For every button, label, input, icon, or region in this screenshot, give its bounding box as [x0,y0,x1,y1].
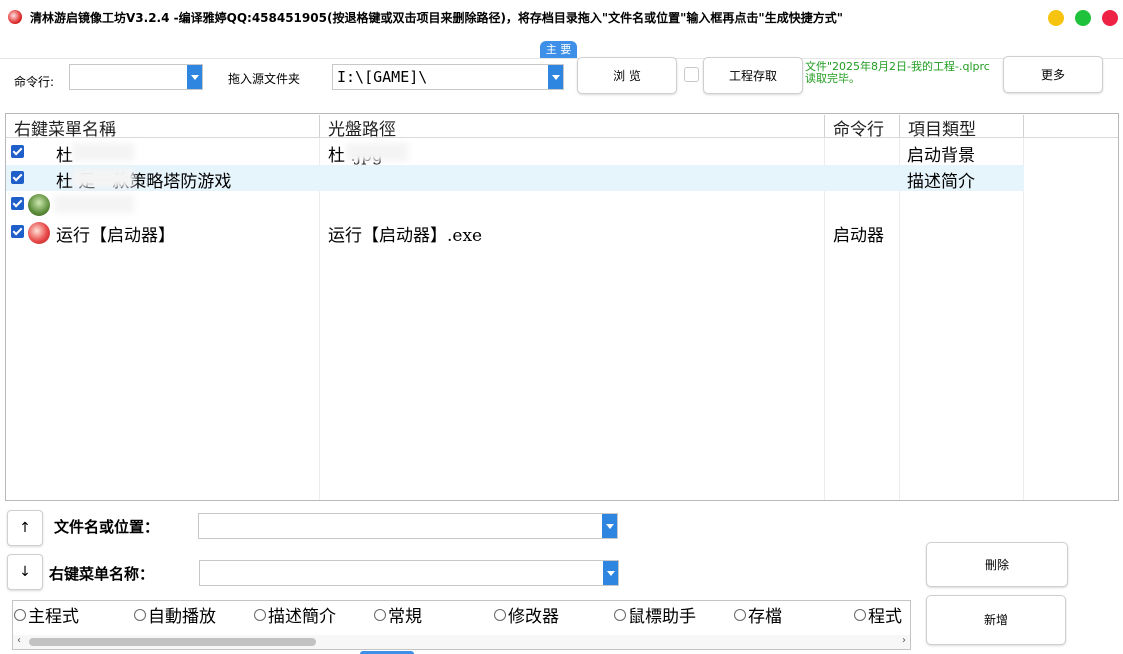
row-checkbox[interactable] [11,225,24,238]
minimize-button[interactable] [1048,10,1064,26]
filename-label: 文件名或位置： [54,518,160,536]
plant-game-icon [28,194,50,216]
list-row[interactable]: 运行【启动器】 运行【启动器】.exe 启动器 [6,219,1024,246]
maximize-button[interactable] [1075,10,1091,26]
row-checkbox[interactable] [11,145,24,158]
row-menu-name: 运行【启动器】 [56,226,175,246]
more-button[interactable]: 更多 [1003,56,1103,93]
scroll-left-icon[interactable]: ‹ [17,635,21,646]
header-command[interactable]: 命令行 [825,115,900,137]
chevron-down-icon[interactable] [187,65,202,89]
radio-save[interactable]: 存檔 [734,602,782,627]
row-path: 运行【启动器】.exe [328,226,483,246]
row-menu-name: 杜 [56,146,73,166]
project-checkbox[interactable] [684,67,699,82]
radio-main-program[interactable]: 主程式 [14,602,79,627]
source-folder-label: 拖入源文件夹 [228,72,301,86]
scroll-right-icon[interactable]: › [902,635,906,646]
add-button[interactable]: 新增 [926,595,1066,645]
move-down-button[interactable]: ↓ [7,554,43,590]
item-type-radio-group[interactable]: 主程式 自動播放 描述簡介 常規 修改器 鼠標助手 存檔 程式 ‹ › [12,600,911,650]
app-icon [8,10,22,24]
horizontal-scrollbar[interactable]: ‹ › [13,635,910,649]
command-combobox[interactable] [69,64,203,90]
move-up-button[interactable]: ↑ [7,510,43,546]
row-checkbox[interactable] [11,197,24,210]
row-command: 启动器 [833,226,884,246]
list-row[interactable] [6,191,1024,217]
chevron-down-icon[interactable] [602,514,617,538]
window-title: 清林游启镜像工坊V3.2.4 -编译雅婷QQ:458451905(按退格键或双击… [30,11,843,25]
header-menu-name[interactable]: 右鍵菜單名稱 [6,115,320,137]
tab-main[interactable]: 主 要 [540,41,577,59]
scrollbar-thumb[interactable] [29,638,316,646]
menu-name-label: 右键菜单名称： [49,565,155,583]
toolbar-divider [0,58,1123,59]
filename-combobox[interactable] [198,513,618,539]
source-folder-combobox[interactable]: I:\[GAME]\ [332,64,564,90]
title-bar: 清林游启镜像工坊V3.2.4 -编译雅婷QQ:458451905(按退格键或双击… [0,0,1123,34]
radio-program[interactable]: 程式 [854,602,902,627]
chevron-down-icon[interactable] [548,65,563,89]
project-save-load-button[interactable]: 工程存取 [703,57,803,94]
list-row[interactable]: 杜 是一款策略塔防游戏 描述简介 [6,165,1024,192]
close-button[interactable] [1102,10,1118,26]
command-label: 命令行: [14,75,55,89]
browse-button[interactable]: 浏 览 [577,57,677,94]
menu-name-combobox[interactable] [199,560,619,586]
header-disc-path[interactable]: 光盤路徑 [320,115,825,137]
row-type: 描述简介 [907,172,975,192]
row-checkbox[interactable] [11,171,24,184]
radio-general[interactable]: 常規 [374,602,422,627]
radio-autoplay[interactable]: 自動播放 [134,602,216,627]
status-line-2: 读取完毕。 [805,72,860,85]
launcher-game-icon [28,222,50,244]
source-folder-value: I:\[GAME]\ [337,68,428,86]
row-type: 启动背景 [907,146,975,166]
list-header: 右鍵菜單名稱 光盤路徑 命令行 項目類型 [6,114,1118,138]
radio-trainer[interactable]: 修改器 [494,602,559,627]
radio-mouse-helper[interactable]: 鼠標助手 [614,602,696,627]
menu-items-list[interactable]: 右鍵菜單名稱 光盤路徑 命令行 項目類型 杜 杜 .jpg 启动背景 杜 是一款… [5,113,1119,501]
status-message: 文件"2025年8月2日-我的工程-.qlprc 读取完毕。 [805,61,1002,85]
header-item-type[interactable]: 項目類型 [900,115,1024,137]
list-row[interactable]: 杜 杜 .jpg 启动背景 [6,139,1024,166]
radio-description[interactable]: 描述簡介 [254,602,336,627]
chevron-down-icon[interactable] [603,561,618,585]
delete-button[interactable]: 刪除 [926,542,1068,587]
